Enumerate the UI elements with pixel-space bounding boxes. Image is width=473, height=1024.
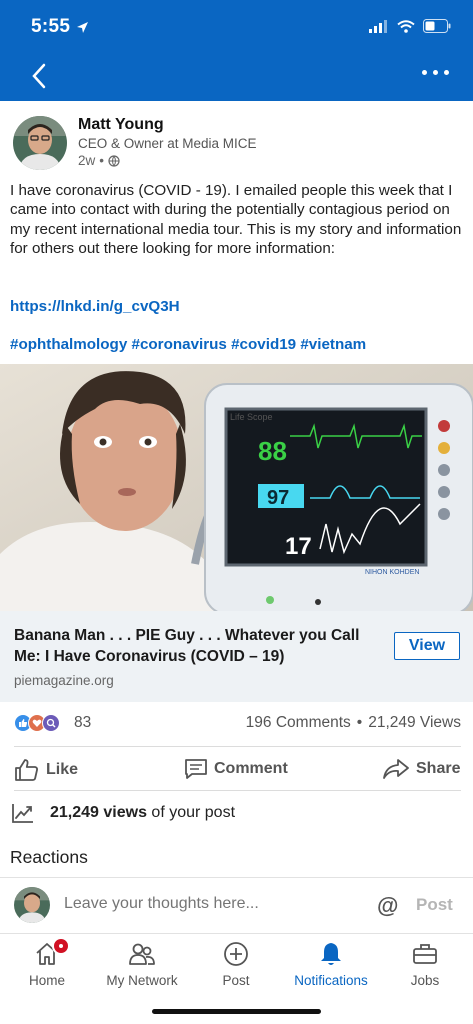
divider	[14, 790, 461, 791]
views-count[interactable]: 21,249 Views	[368, 714, 461, 732]
monitor-brand: Life Scope	[230, 412, 273, 422]
divider	[14, 746, 461, 747]
comment-button[interactable]: Comment	[184, 758, 288, 780]
post-actions: Like Comment Share	[0, 752, 473, 788]
chevron-left-icon[interactable]	[28, 62, 50, 90]
heart-rate-reading: 88	[258, 436, 287, 466]
article-card[interactable]: Banana Man . . . PIE Guy . . . Whatever …	[0, 611, 473, 702]
globe-icon	[108, 154, 120, 167]
tab-post[interactable]: Post	[189, 939, 283, 988]
tab-label: My Network	[106, 973, 178, 988]
comments-count[interactable]: 196 Comments	[246, 714, 351, 732]
comment-input[interactable]	[64, 895, 354, 913]
spo2-reading: 97	[267, 487, 289, 509]
tab-label: Jobs	[410, 973, 440, 988]
post-link[interactable]: https://lnkd.in/g_cvQ3H	[10, 298, 180, 315]
thumbs-up-icon	[15, 759, 38, 781]
plus-circle-icon	[224, 942, 248, 966]
tab-jobs[interactable]: Jobs	[378, 939, 472, 988]
share-arrow-icon	[383, 759, 409, 779]
post-detail-screen: 5:55 Matt Young CEO & Owner at Media MIC…	[0, 0, 473, 1024]
comment-bar: @ Post	[0, 877, 473, 933]
article-title[interactable]: Banana Man . . . PIE Guy . . . Whatever …	[14, 625, 384, 667]
signal-icon	[369, 19, 387, 33]
article-source: piemagazine.org	[14, 673, 114, 688]
post-meta: 2w •	[78, 153, 120, 168]
trending-chart-icon	[12, 804, 33, 823]
tab-notifications[interactable]: Notifications	[284, 939, 378, 988]
clock-text: 5:55	[31, 16, 71, 37]
author-headline: CEO & Owner at Media MICE	[78, 136, 257, 151]
comment-icon	[185, 759, 207, 779]
notification-badge	[52, 937, 70, 955]
like-button[interactable]: Like	[14, 758, 78, 782]
location-arrow-icon	[77, 21, 89, 33]
reaction-icons[interactable]	[14, 714, 60, 732]
tab-home[interactable]: Home	[0, 937, 94, 988]
comments-views: 196 Comments • 21,249 Views	[246, 714, 461, 732]
views-suffix: of your post	[151, 804, 236, 821]
app-header: 5:55	[0, 0, 473, 101]
bell-icon	[321, 943, 341, 965]
tab-label: Home	[28, 973, 65, 988]
avatar	[14, 887, 50, 923]
battery-icon	[423, 19, 451, 33]
view-button[interactable]: View	[394, 632, 460, 660]
tab-my-network[interactable]: My Network	[95, 939, 189, 988]
post-views-summary[interactable]: 21,249 views of your post	[12, 803, 235, 823]
reactions-heading: Reactions	[10, 847, 88, 867]
post-time: 2w	[78, 153, 96, 168]
avatar[interactable]	[13, 116, 67, 170]
share-button[interactable]: Share	[382, 758, 460, 780]
comment-label: Comment	[214, 760, 288, 777]
post-author[interactable]: Matt Young CEO & Owner at Media MICE 2w …	[13, 116, 463, 172]
wifi-icon	[397, 19, 415, 33]
counts-separator: •	[356, 714, 363, 731]
meta-separator: •	[99, 153, 104, 168]
social-counts: 83 196 Comments • 21,249 Views	[14, 712, 461, 736]
views-text: 21,249 views of your post	[50, 804, 235, 822]
reaction-count[interactable]: 83	[74, 714, 91, 732]
post-hashtags[interactable]: #ophthalmology #coronavirus #covid19 #vi…	[10, 336, 366, 353]
network-icon	[129, 943, 155, 965]
like-label: Like	[46, 761, 79, 778]
monitor-maker: NIHON KOHDEN	[365, 569, 419, 576]
more-icon[interactable]	[422, 70, 449, 75]
views-number: 21,249 views	[50, 804, 147, 821]
mention-icon[interactable]: @	[377, 893, 398, 919]
post-image[interactable]: Life Scope 88 97 17 NIHON KOHDEN	[0, 364, 473, 611]
post-comment-button[interactable]: Post	[416, 895, 453, 915]
status-time: 5:55	[31, 16, 89, 38]
post-body: I have coronavirus (COVID - 19). I email…	[10, 182, 462, 258]
briefcase-icon	[413, 944, 437, 964]
author-name[interactable]: Matt Young	[78, 116, 164, 134]
tab-label: Post	[222, 973, 250, 988]
tab-label: Notifications	[294, 973, 368, 988]
home-indicator[interactable]	[152, 1009, 321, 1014]
curious-reaction-icon	[42, 714, 60, 732]
status-icons	[369, 19, 451, 33]
resp-reading: 17	[285, 533, 312, 560]
share-label: Share	[416, 760, 461, 777]
